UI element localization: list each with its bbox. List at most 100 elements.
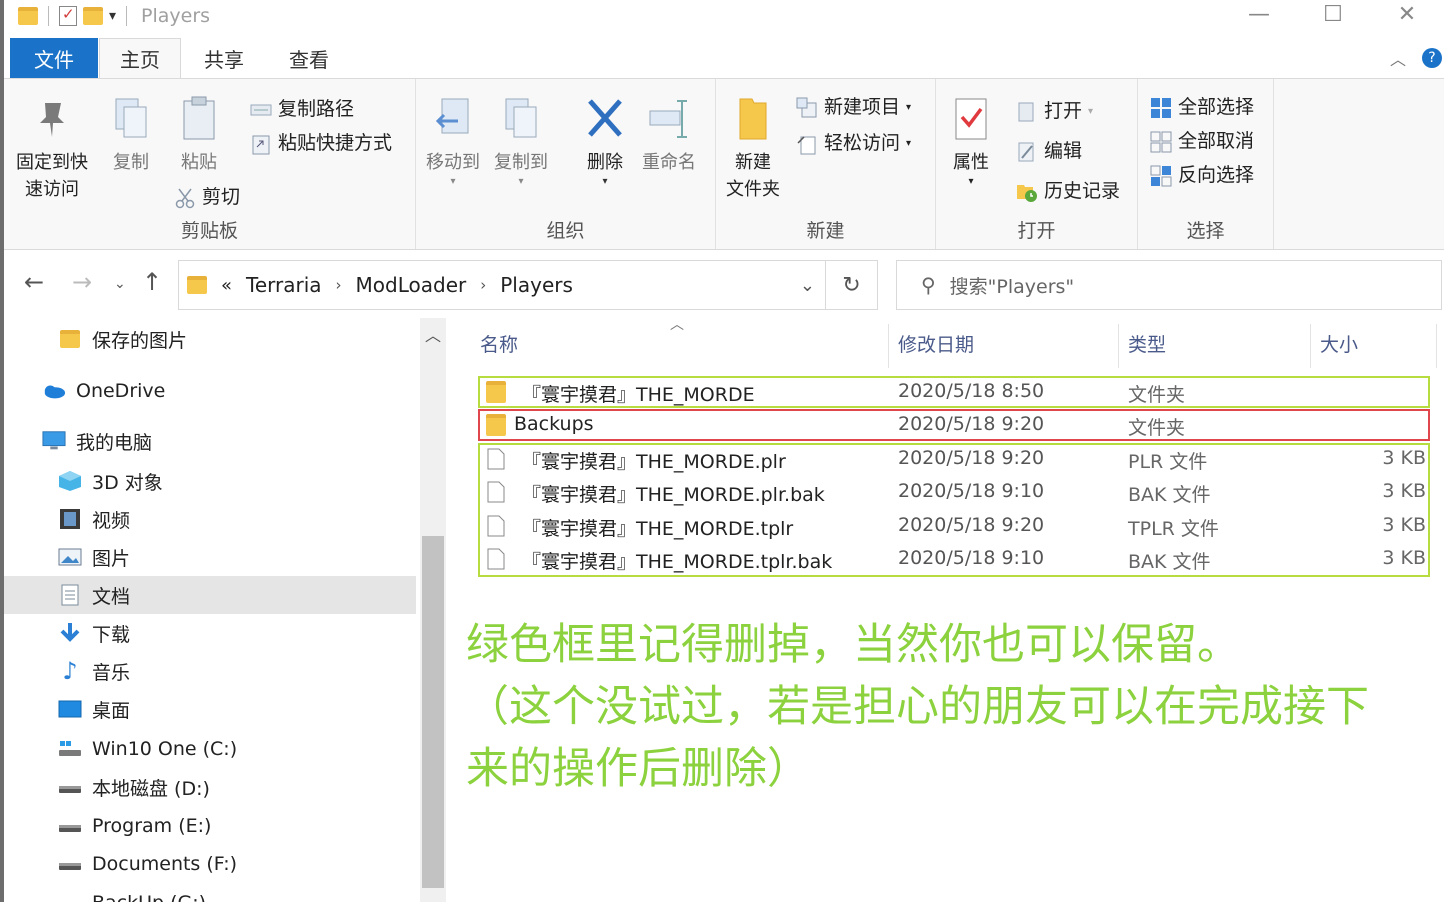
search-placeholder: 搜索"Players" <box>949 275 1075 298</box>
breadcrumb-players[interactable]: Players <box>500 273 573 297</box>
film-icon <box>58 508 82 530</box>
paste-shortcut-label: 粘贴快捷方式 <box>278 132 393 154</box>
minimize-button[interactable]: — <box>1222 0 1296 28</box>
sidebar-item-drive-g[interactable]: BackUp (G:) <box>4 884 416 902</box>
new-group-label: 新建 <box>806 220 845 242</box>
sidebar-item-3d-objects[interactable]: 3D 对象 <box>4 462 416 500</box>
sidebar-item-drive-e[interactable]: Program (E:) <box>4 807 416 845</box>
history-label: 历史记录 <box>1044 180 1121 202</box>
music-icon: ♪ <box>62 657 78 685</box>
move-to-button[interactable]: 移动到 ▾ <box>426 95 480 187</box>
sidebar-scrollbar[interactable]: ︿ <box>420 318 446 902</box>
select-none-button[interactable]: 全部取消 <box>1150 125 1444 158</box>
sidebar-item-drive-f[interactable]: Documents (F:) <box>4 845 416 883</box>
pin-icon <box>40 103 64 137</box>
tab-home[interactable]: 主页 <box>99 38 181 78</box>
cube-icon <box>58 470 82 492</box>
paste-button[interactable]: 粘贴 <box>178 95 220 176</box>
dropdown-arrow-icon: ▾ <box>450 176 456 187</box>
scrollbar-thumb[interactable] <box>422 536 444 888</box>
address-dropdown-icon[interactable]: ⌄ <box>800 275 815 296</box>
close-button[interactable]: ✕ <box>1370 0 1444 28</box>
breadcrumb-overflow[interactable]: « <box>221 275 232 296</box>
select-all-button[interactable]: 全部选择 <box>1150 91 1444 124</box>
rename-button[interactable]: 重命名 <box>642 95 696 176</box>
column-divider[interactable] <box>1436 324 1437 368</box>
address-bar[interactable]: « Terraria › ModLoader › Players ⌄ ↻ <box>178 260 878 310</box>
new-folder-icon[interactable] <box>83 7 103 25</box>
select-group: 全部选择 全部取消 反向选择 选择 <box>1138 79 1274 249</box>
breadcrumb-separator-icon[interactable]: › <box>336 276 342 294</box>
sidebar-item-drive-c[interactable]: Win10 One (C:) <box>4 730 416 768</box>
annotation-text-line1: 绿色框里记得删掉，当然你也可以保留。 <box>466 620 1240 670</box>
sidebar-item-documents[interactable]: 文档 <box>4 576 416 614</box>
sidebar-item-onedrive[interactable]: OneDrive <box>4 372 416 410</box>
help-icon[interactable]: ? <box>1422 48 1442 68</box>
sidebar-item-label: 桌面 <box>92 699 131 722</box>
sidebar-item-drive-d[interactable]: 本地磁盘 (D:) <box>4 768 416 806</box>
select-all-label: 全部选择 <box>1178 96 1255 118</box>
new-folder-button[interactable]: 新建 文件夹 <box>726 95 780 203</box>
sidebar-item-saved-pictures[interactable]: 保存的图片 <box>4 320 416 358</box>
column-divider[interactable] <box>1118 324 1119 368</box>
folder-icon <box>187 276 207 294</box>
delete-button[interactable]: 删除 ▾ <box>584 95 626 187</box>
download-icon <box>58 622 82 644</box>
customize-toolbar-icon[interactable]: ▾ <box>109 8 116 24</box>
pin-quick-access-button[interactable]: 固定到快 速访问 <box>16 95 88 203</box>
tab-file[interactable]: 文件 <box>10 38 98 78</box>
new-item-label: 新建项目 <box>824 96 901 118</box>
maximize-button[interactable]: ☐ <box>1296 0 1370 28</box>
open-group: 属性 ▾ 打开 ▾ 编辑 历史记录 打开 <box>936 79 1138 249</box>
column-divider[interactable] <box>1310 324 1311 368</box>
dropdown-arrow-icon: ▾ <box>1088 106 1094 117</box>
sidebar-item-music[interactable]: ♪ 音乐 <box>4 652 416 690</box>
invert-selection-button[interactable]: 反向选择 <box>1150 159 1444 192</box>
collapse-ribbon-icon[interactable]: ︿ <box>1390 46 1406 70</box>
quick-access-toolbar: ▾ <box>18 5 131 26</box>
navigation-pane: 保存的图片 OneDrive 我的电脑 3D 对象 视频 图片 文档 下载 ♪ … <box>4 318 444 902</box>
properties-button[interactable]: 属性 ▾ <box>950 95 992 187</box>
sidebar-item-downloads[interactable]: 下载 <box>4 614 416 652</box>
search-box[interactable]: ⚲ 搜索"Players" <box>896 260 1442 310</box>
properties-icon <box>955 98 987 140</box>
select-group-label: 选择 <box>1186 220 1225 242</box>
file-list: ︿ 名称 修改日期 类型 大小 『寰宇摸君』THE_MORDE 2020/5/1… <box>448 317 1444 902</box>
forward-arrow-icon[interactable]: → <box>72 268 92 296</box>
sidebar-item-label: 3D 对象 <box>92 471 163 494</box>
back-arrow-icon[interactable]: ← <box>24 268 44 296</box>
breadcrumb-terraria[interactable]: Terraria <box>246 273 322 297</box>
breadcrumb-separator-icon[interactable]: › <box>480 276 486 294</box>
ribbon-controls: ︿ ? <box>1390 46 1442 70</box>
toolbar-divider <box>48 6 49 26</box>
copy-to-button[interactable]: 复制到 ▾ <box>494 95 548 187</box>
column-header-type[interactable]: 类型 <box>1128 326 1166 360</box>
sidebar-item-pictures[interactable]: 图片 <box>4 538 416 576</box>
annotation-text-line3: 来的操作后删除） <box>466 744 810 794</box>
scroll-up-icon[interactable]: ︿ <box>420 322 446 346</box>
recent-locations-icon[interactable]: ⌄ <box>114 276 126 292</box>
properties-icon[interactable] <box>59 5 77 26</box>
column-header-date[interactable]: 修改日期 <box>898 326 974 360</box>
drive-icon <box>58 776 82 798</box>
breadcrumb-modloader[interactable]: ModLoader <box>356 273 467 297</box>
sidebar-item-label: 视频 <box>92 509 131 532</box>
up-arrow-icon[interactable]: ↑ <box>142 268 162 296</box>
pin-label-line2: 速访问 <box>25 179 79 200</box>
column-header-name[interactable]: 名称 <box>480 326 518 360</box>
new-folder-label-line1: 新建 <box>735 152 771 173</box>
column-divider[interactable] <box>888 324 889 368</box>
copy-to-label: 复制到 <box>494 152 548 173</box>
sidebar-item-this-pc[interactable]: 我的电脑 <box>4 422 416 460</box>
refresh-icon[interactable]: ↻ <box>825 261 877 309</box>
sidebar-item-videos[interactable]: 视频 <box>4 500 416 538</box>
sidebar-item-label: Documents (F:) <box>92 853 238 875</box>
window-controls: — ☐ ✕ <box>1222 0 1444 28</box>
tab-view[interactable]: 查看 <box>266 38 352 78</box>
column-header-size[interactable]: 大小 <box>1320 326 1358 360</box>
sidebar-item-desktop[interactable]: 桌面 <box>4 690 416 728</box>
tab-share[interactable]: 共享 <box>186 38 262 78</box>
rename-icon <box>649 100 687 138</box>
sidebar-item-label: 音乐 <box>92 661 131 684</box>
copy-button[interactable]: 复制 <box>110 95 152 176</box>
